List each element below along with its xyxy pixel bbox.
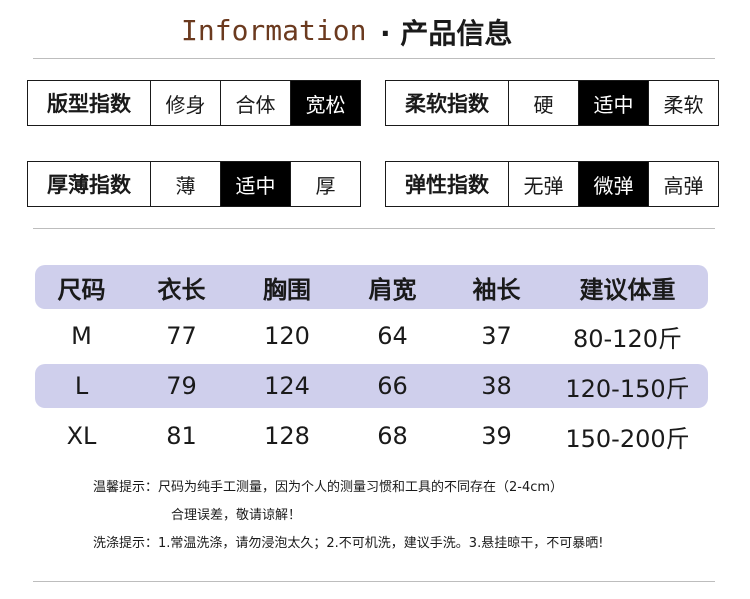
tip-note-line2: 合理误差，敬请谅解！ [171,508,302,523]
cell-size: L [74,372,89,400]
index-elasticity-option-none: 无弹 [509,162,579,206]
index-elasticity-option-slight: 微弹 [579,162,649,206]
cell-sleeve: 37 [481,322,512,350]
header-size: 尺码 [57,275,106,304]
index-elasticity-option-high: 高弹 [663,173,704,198]
index-fit-option-slim: 修身 [151,81,221,125]
title-english: Information [181,14,367,47]
index-softness-label: 柔软指数 [386,81,509,125]
cell-shoulder: 64 [377,322,408,350]
cell-size: XL [66,422,97,450]
index-thickness-label: 厚薄指数 [28,162,151,206]
index-fit: 版型指数 修身 合体 宽松 [27,80,361,126]
divider-top [33,58,715,59]
index-thickness-option-thick: 厚 [315,173,336,198]
cell-chest: 128 [264,422,310,450]
cell-sleeve: 39 [481,422,512,450]
cell-length: 77 [166,322,197,350]
index-elasticity: 弹性指数 无弹 微弹 高弹 [385,161,719,207]
cell-sleeve: 38 [481,372,512,400]
divider-middle [33,228,715,229]
cell-length: 79 [166,372,197,400]
table-row: XL 81 128 68 39 150-200斤 [35,414,708,458]
index-thickness: 厚薄指数 薄 适中 厚 [27,161,361,207]
index-fit-label: 版型指数 [28,81,151,125]
cell-chest: 120 [264,322,310,350]
cell-weight: 120-150斤 [565,374,690,403]
index-thickness-option-thin: 薄 [151,162,221,206]
size-table-header: 尺码 衣长 胸围 肩宽 袖长 建议体重 [35,265,708,309]
header-shoulder: 肩宽 [368,275,417,304]
cell-shoulder: 68 [377,422,408,450]
title-chinese: · 产品信息 [380,17,513,50]
index-fit-option-loose: 宽松 [291,81,360,125]
index-softness-option-medium: 适中 [579,81,649,125]
index-thickness-option-medium: 适中 [221,162,291,206]
table-row: M 77 120 64 37 80-120斤 [35,314,708,358]
header-weight: 建议体重 [579,275,676,304]
header-sleeve: 袖长 [472,275,521,304]
cell-shoulder: 66 [377,372,408,400]
table-row: L 79 124 66 38 120-150斤 [35,364,708,408]
cell-weight: 80-120斤 [572,324,682,353]
header: Information · 产品信息 [0,12,750,52]
divider-bottom [33,581,715,582]
index-softness-option-hard: 硬 [509,81,579,125]
header-chest: 胸围 [263,275,311,304]
cell-chest: 124 [264,372,310,400]
tip-note-line1: 温馨提示：尺码为纯手工测量，因为个人的测量习惯和工具的不同存在（2-4cm） [93,480,564,495]
wash-note: 洗涤提示：1.常温洗涤，请勿浸泡太久；2.不可机洗，建议手洗。3.悬挂晾干，不可… [93,536,604,551]
cell-length: 81 [166,422,197,450]
index-softness: 柔软指数 硬 适中 柔软 [385,80,719,126]
index-elasticity-label: 弹性指数 [386,162,509,206]
header-length: 衣长 [157,275,206,304]
cell-weight: 150-200斤 [565,424,690,453]
cell-size: M [71,322,92,350]
index-fit-option-regular: 合体 [221,81,291,125]
index-softness-option-soft: 柔软 [663,92,704,117]
